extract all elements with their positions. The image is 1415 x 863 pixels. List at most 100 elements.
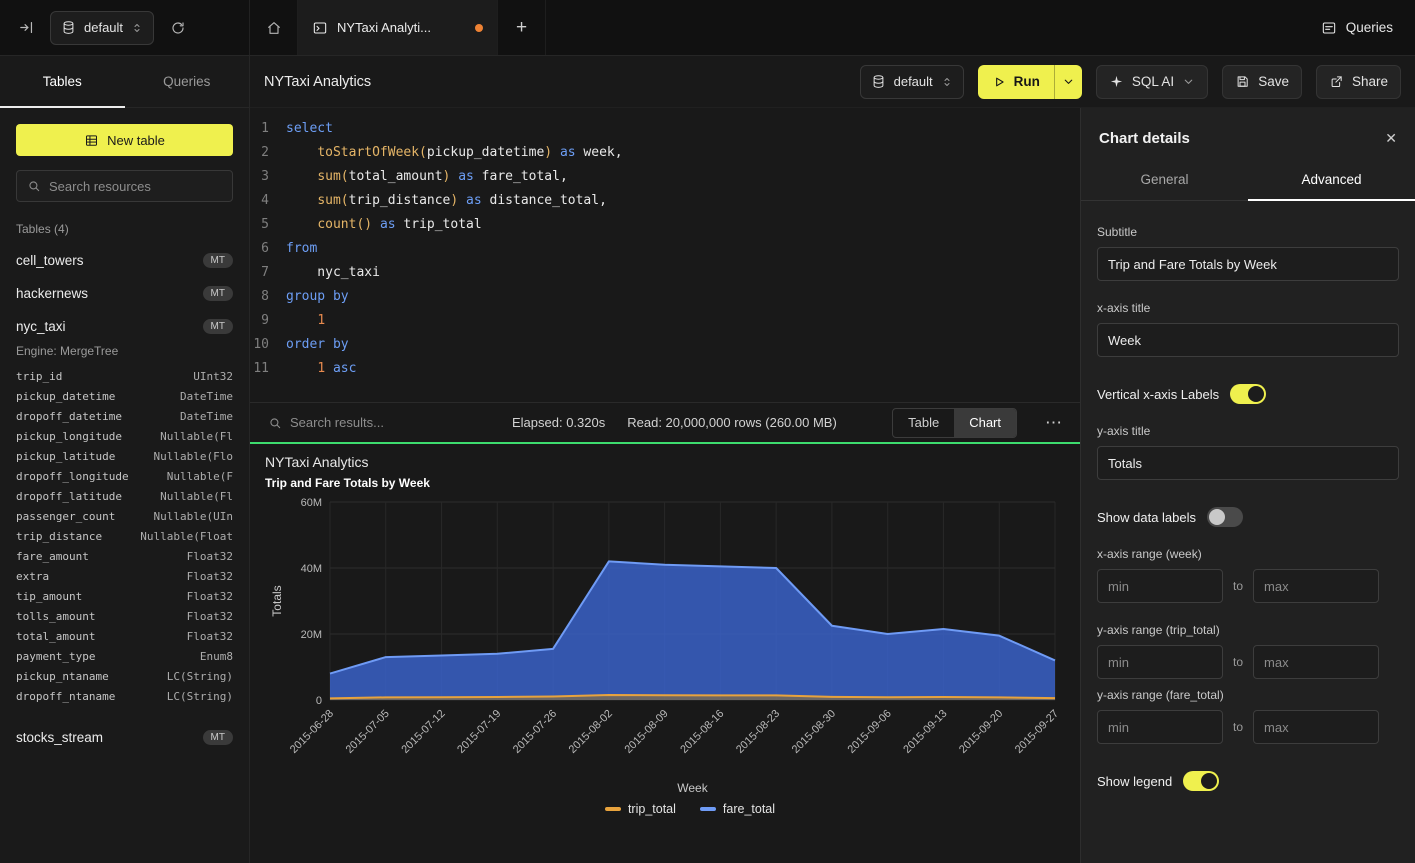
legend-item-trip_total[interactable]: trip_total — [605, 802, 676, 816]
save-button[interactable]: Save — [1222, 65, 1302, 99]
run-options-caret[interactable] — [1054, 65, 1082, 99]
tab-home[interactable] — [250, 0, 298, 55]
yaxis-title-input[interactable] — [1097, 446, 1399, 480]
code-line[interactable]: 5 count() as trip_total — [250, 213, 1080, 237]
new-tab-button[interactable]: + — [498, 0, 546, 55]
tab-nytaxi-analytics[interactable]: NYTaxi Analyti... — [298, 0, 498, 55]
show-legend-toggle[interactable] — [1183, 771, 1219, 791]
y-range-trip-max-input[interactable] — [1253, 645, 1379, 679]
topbar-left: default — [0, 0, 250, 55]
x-tick-label: 2015-08-09 — [622, 708, 670, 756]
y-range-fare-max-input[interactable] — [1253, 710, 1379, 744]
collapse-sidebar-button[interactable] — [10, 12, 42, 44]
refresh-button[interactable] — [162, 12, 194, 44]
view-tab-table[interactable]: Table — [893, 409, 954, 437]
queries-button[interactable]: Queries — [1321, 0, 1393, 55]
code-line[interactable]: 9 1 — [250, 309, 1080, 333]
data-labels-toggle[interactable] — [1207, 507, 1243, 527]
line-number: 3 — [250, 165, 286, 189]
resource-search-input[interactable] — [49, 179, 222, 194]
more-options-button[interactable]: ⋯ — [1039, 413, 1068, 433]
table-row[interactable]: hackernewsMT — [16, 277, 233, 310]
query-header: NYTaxi Analytics default Run — [250, 56, 1415, 108]
table-name: stocks_stream — [16, 730, 103, 745]
tables-section-label: Tables (4) — [16, 222, 233, 236]
column-name: pickup_datetime — [16, 387, 115, 407]
column-row: dropoff_datetimeDateTime — [16, 407, 233, 427]
legend-item-fare_total[interactable]: fare_total — [700, 802, 775, 816]
code-line[interactable]: 6from — [250, 237, 1080, 261]
code-text: count() as trip_total — [286, 213, 482, 237]
y-axis-title: Totals — [270, 585, 284, 616]
share-button[interactable]: Share — [1316, 65, 1401, 99]
code-text: toStartOfWeek(pickup_datetime) as week, — [286, 141, 623, 165]
show-legend-label: Show legend — [1097, 774, 1172, 789]
results-search — [262, 415, 490, 430]
column-row: pickup_longitudeNullable(Fl — [16, 427, 233, 447]
x-tick-label: 2015-09-13 — [901, 708, 949, 756]
code-line[interactable]: 8group by — [250, 285, 1080, 309]
table-row[interactable]: stocks_stream MT — [16, 721, 233, 754]
column-row: pickup_datetimeDateTime — [16, 387, 233, 407]
table-engine: Engine: MergeTree — [16, 344, 233, 358]
vertical-labels-toggle[interactable] — [1230, 384, 1266, 404]
x-range-max-input[interactable] — [1253, 569, 1379, 603]
y-range-fare-min-input[interactable] — [1097, 710, 1223, 744]
code-line[interactable]: 7 nyc_taxi — [250, 261, 1080, 285]
sql-ai-button[interactable]: SQL AI — [1096, 65, 1208, 99]
query-database-selector[interactable]: default — [860, 65, 964, 99]
new-table-button[interactable]: New table — [16, 124, 233, 156]
results-search-input[interactable] — [290, 415, 490, 430]
sidebar-tabs: Tables Queries — [0, 56, 249, 108]
column-row: tip_amountFloat32 — [16, 587, 233, 607]
code-line[interactable]: 1select — [250, 117, 1080, 141]
x-tick-label: 2015-08-30 — [790, 708, 838, 756]
column-name: dropoff_longitude — [16, 467, 129, 487]
chart-plot: 020M40M60M2015-06-282015-07-052015-07-12… — [265, 492, 1065, 802]
view-tab-chart[interactable]: Chart — [954, 409, 1016, 437]
sidebar-tab-queries[interactable]: Queries — [125, 56, 250, 107]
sidebar-tab-tables[interactable]: Tables — [0, 56, 125, 107]
y-range-trip-min-input[interactable] — [1097, 645, 1223, 679]
home-icon — [266, 20, 282, 36]
panel-title: Chart details — [1099, 130, 1190, 147]
subtitle-input[interactable] — [1097, 247, 1399, 281]
close-icon[interactable]: ✕ — [1385, 130, 1397, 147]
code-line[interactable]: 2 toStartOfWeek(pickup_datetime) as week… — [250, 141, 1080, 165]
panel-tab-general[interactable]: General — [1081, 163, 1248, 200]
column-type: LC(String) — [167, 667, 233, 687]
run-button[interactable]: Run — [978, 65, 1082, 99]
code-text: from — [286, 237, 317, 261]
code-line[interactable]: 4 sum(trip_distance) as distance_total, — [250, 189, 1080, 213]
column-name: payment_type — [16, 647, 95, 667]
code-line[interactable]: 11 1 asc — [250, 357, 1080, 381]
table-row[interactable]: cell_towersMT — [16, 244, 233, 277]
y-range-trip-label: y-axis range (trip_total) — [1097, 623, 1399, 637]
x-range-min-input[interactable] — [1097, 569, 1223, 603]
column-row: dropoff_latitudeNullable(Fl — [16, 487, 233, 507]
line-number: 6 — [250, 237, 286, 261]
column-row: passenger_countNullable(UIn — [16, 507, 233, 527]
database-selector[interactable]: default — [50, 11, 154, 45]
panel-tab-advanced[interactable]: Advanced — [1248, 163, 1415, 200]
column-type: UInt32 — [193, 367, 233, 387]
sql-editor[interactable]: 1select2 toStartOfWeek(pickup_datetime) … — [250, 108, 1080, 402]
column-row: total_amountFloat32 — [16, 627, 233, 647]
column-type: Float32 — [187, 567, 233, 587]
code-line[interactable]: 3 sum(total_amount) as fare_total, — [250, 165, 1080, 189]
y-tick-label: 60M — [301, 497, 322, 509]
xaxis-title-input[interactable] — [1097, 323, 1399, 357]
column-type: Enum8 — [200, 647, 233, 667]
chart-title: NYTaxi Analytics — [265, 454, 1065, 470]
table-row[interactable]: nyc_taxiMT — [16, 310, 233, 343]
engine-badge: MT — [203, 730, 233, 745]
column-name: tolls_amount — [16, 607, 95, 627]
column-type: Nullable(Float — [140, 527, 233, 547]
column-row: dropoff_longitudeNullable(F — [16, 467, 233, 487]
code-line[interactable]: 10order by — [250, 333, 1080, 357]
database-icon — [871, 74, 886, 89]
column-name: dropoff_ntaname — [16, 687, 115, 707]
read-stat: Read: 20,000,000 rows (260.00 MB) — [627, 415, 837, 430]
chart-details-panel: Chart details ✕ General Advanced Subtitl… — [1080, 108, 1415, 863]
sidebar-scroll[interactable]: Tables (4) cell_towersMThackernewsMTnyc_… — [0, 212, 249, 863]
